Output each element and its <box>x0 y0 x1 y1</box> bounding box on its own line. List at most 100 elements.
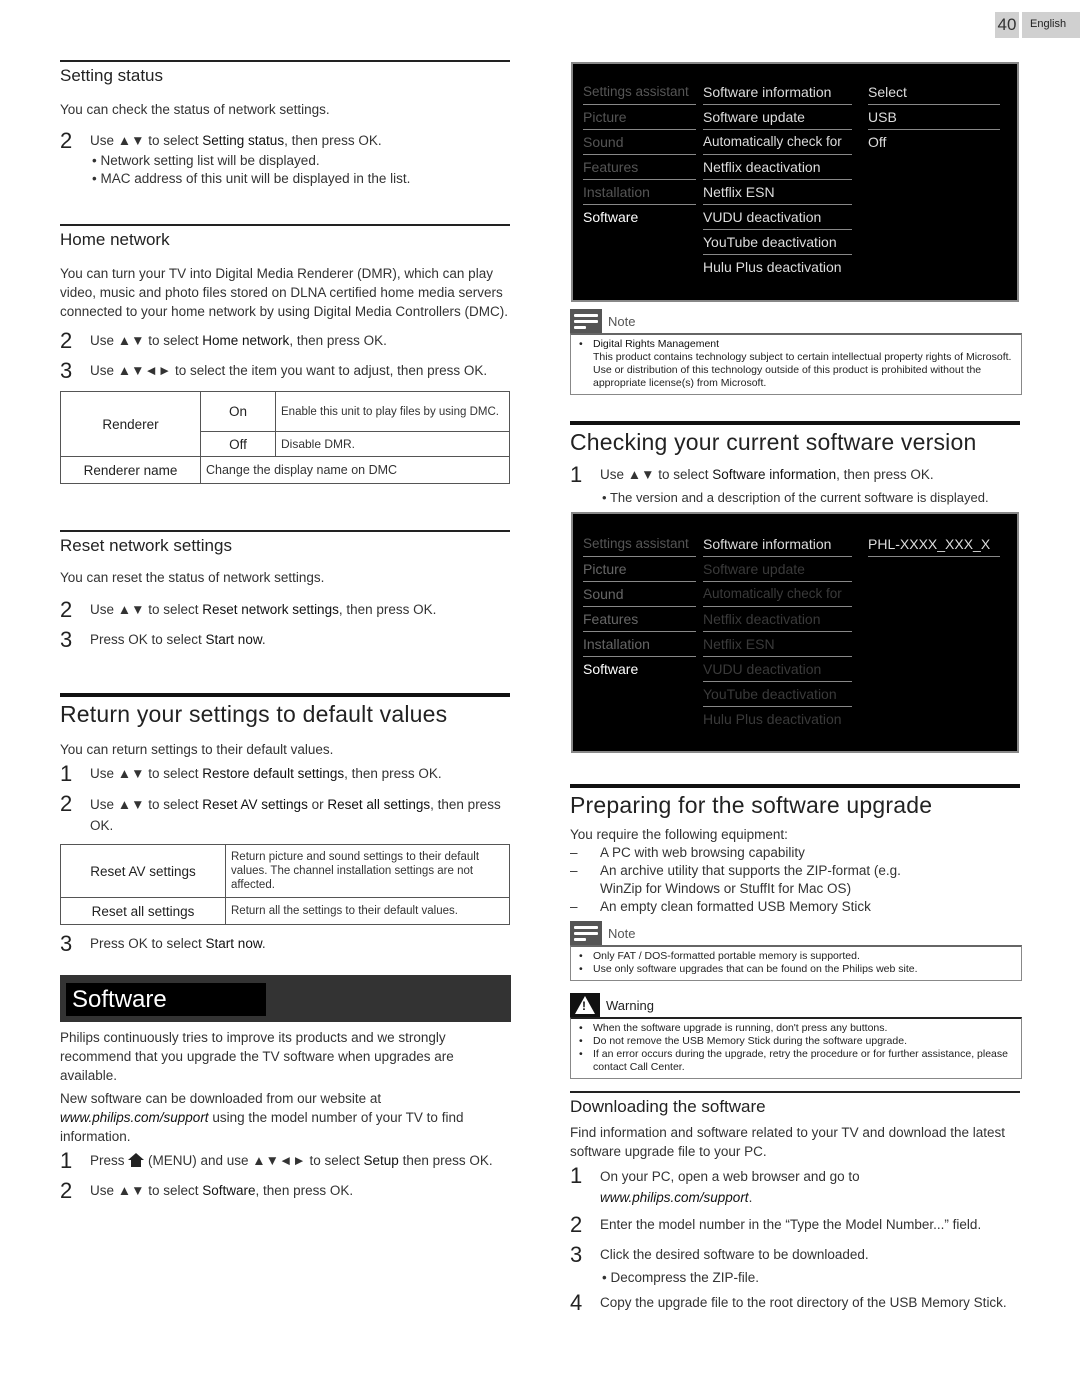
menu-item[interactable]: Netflix deactivation <box>703 155 852 180</box>
menu-category[interactable]: Settings assistant <box>583 80 696 105</box>
menu-item-selected[interactable]: Software information <box>703 532 852 557</box>
menu-option[interactable]: Select <box>868 80 1000 105</box>
step-keyword: Setup <box>363 1153 399 1168</box>
step-text: Use ▲▼ to select <box>90 766 203 781</box>
heading-setting-status: Setting status <box>60 60 510 86</box>
software-para2: New software can be downloaded from our … <box>60 1089 510 1146</box>
menu-category[interactable]: Installation <box>583 632 696 657</box>
step: 3 Use ▲▼◄► to select the item you want t… <box>60 360 510 382</box>
warning-body: • When the software upgrade is running, d… <box>570 1017 1022 1079</box>
step: 1 Use ▲▼ to select Software information,… <box>570 464 1020 486</box>
step-text: Use ▲▼◄► to select the item you want to … <box>90 363 488 378</box>
menu-category[interactable]: Picture <box>583 105 696 130</box>
section-reset-network: Reset network settings You can reset the… <box>60 530 510 651</box>
menu-item[interactable]: Automatically check for <box>703 582 852 607</box>
menu-category[interactable]: Features <box>583 607 696 632</box>
menu-item[interactable]: Software information <box>703 80 852 105</box>
equipment-item: – A PC with web browsing capability <box>570 845 805 860</box>
equipment-item: – An archive utility that supports the ZI… <box>570 862 1020 898</box>
para-text: New software can be downloaded from our … <box>60 1091 382 1106</box>
step-text: , then press OK. <box>836 467 934 482</box>
menu-item[interactable]: YouTube deactivation <box>703 230 852 255</box>
heading-home-network: Home network <box>60 224 510 250</box>
home-icon <box>128 1153 145 1167</box>
step-text: Use ▲▼ to select <box>90 133 203 148</box>
cell-off-desc: Disable DMR. <box>275 431 510 457</box>
note-icon <box>570 309 602 333</box>
menu-option[interactable]: USB <box>868 105 1000 130</box>
menu-category[interactable]: Sound <box>583 582 696 607</box>
bullet: The version and a description of the cur… <box>570 489 1020 507</box>
menu-items: Software information Software update Aut… <box>703 80 852 280</box>
menu-category-selected[interactable]: Software <box>583 205 696 230</box>
step-text: On your PC, open a web browser and go to <box>600 1169 860 1184</box>
menu-option[interactable]: Off <box>868 130 1000 155</box>
menu-item[interactable]: Software update <box>703 557 852 582</box>
setting-status-intro: You can check the status of network sett… <box>60 102 330 117</box>
menu-item[interactable]: Hulu Plus deactivation <box>703 707 852 732</box>
step-keyword: Reset network settings <box>202 602 339 617</box>
menu-category[interactable]: Sound <box>583 130 696 155</box>
step-text: , then press OK. <box>338 602 437 617</box>
menu-category[interactable]: Settings assistant <box>583 532 696 557</box>
step-text: Enter the model number in the “Type the … <box>600 1217 982 1232</box>
step-text: . <box>748 1190 753 1205</box>
menu-item[interactable]: Netflix ESN <box>703 180 852 205</box>
step-number: 1 <box>60 761 73 786</box>
return-defaults-intro: You can return settings to their default… <box>60 742 334 757</box>
step: 2 Use ▲▼ to select Software, then press … <box>60 1180 510 1202</box>
step-text: , then press OK. <box>344 766 442 781</box>
software-version-value: PHL-XXXX_XXX_X <box>868 532 1000 557</box>
page-number: 40 <box>995 12 1019 38</box>
note-body: • Digital Rights Management This product c… <box>570 333 1022 395</box>
support-link[interactable]: www.philips.com/support <box>60 1110 209 1125</box>
step-text: , then press OK. <box>289 333 387 348</box>
menu-item-selected[interactable]: Software update <box>703 105 852 130</box>
section-software: Philips continuously tries to improve it… <box>60 1028 510 1202</box>
menu-item[interactable]: VUDU deactivation <box>703 657 852 682</box>
section-check-version: Checking your current software version 1… <box>570 421 1020 507</box>
menu-item[interactable]: YouTube deactivation <box>703 682 852 707</box>
menu-category[interactable]: Installation <box>583 180 696 205</box>
step-number: 2 <box>60 597 73 622</box>
menu-item[interactable]: Netflix deactivation <box>703 607 852 632</box>
menu-item[interactable]: VUDU deactivation <box>703 205 852 230</box>
step-text: Use ▲▼ to select <box>600 467 713 482</box>
note-label: Note <box>608 313 636 329</box>
menu-options: PHL-XXXX_XXX_X <box>868 532 1000 557</box>
note-usb: Note • Only FAT / DOS-formatted portable … <box>570 921 1022 981</box>
menu-item[interactable]: Netflix ESN <box>703 632 852 657</box>
warning-text: If an error occurs during the upgrade, r… <box>593 1048 1008 1073</box>
step-number: 2 <box>60 128 73 153</box>
warning-label: Warning <box>606 997 654 1013</box>
menu-category[interactable]: Picture <box>583 557 696 582</box>
menu-category[interactable]: Features <box>583 155 696 180</box>
step-text: Use ▲▼ to select <box>90 602 203 617</box>
step: 2 Enter the model number in the “Type th… <box>570 1214 1020 1236</box>
support-link[interactable]: www.philips.com/support <box>600 1190 749 1205</box>
cell-renderer-name: Renderer name <box>60 456 201 484</box>
equipment-item: – An empty clean formatted USB Memory Sti… <box>570 899 871 914</box>
menu-categories: Settings assistant Picture Sound Feature… <box>583 80 696 230</box>
step: 3 Press OK to select Start now. <box>60 629 510 651</box>
step: 2 Use ▲▼ to select Setting status, then … <box>60 130 510 152</box>
bullet: MAC address of this unit will be display… <box>60 170 510 188</box>
step-text: , then press OK. <box>255 1183 354 1198</box>
step-text: Press OK to select <box>90 632 206 647</box>
menu-item[interactable]: Automatically check for <box>703 130 852 155</box>
step-text: . <box>261 936 266 951</box>
tv-menu-software-update: Settings assistant Picture Sound Feature… <box>571 62 1019 302</box>
step-number: 3 <box>60 627 73 652</box>
download-intro: Find information and software related to… <box>570 1125 1006 1159</box>
step-number: 1 <box>60 1148 73 1173</box>
step: 2 Use ▲▼ to select Reset AV settings or … <box>60 793 510 836</box>
note-header: Note <box>570 921 1022 945</box>
cell-reset-av: Reset AV settings <box>60 844 226 898</box>
step-text: (MENU) and use ▲▼◄► to select <box>144 1153 364 1168</box>
step-text: , then press OK. <box>284 133 382 148</box>
menu-item[interactable]: Hulu Plus deactivation <box>703 255 852 280</box>
menu-category-selected[interactable]: Software <box>583 657 696 682</box>
note-text: Use only software upgrades that can be f… <box>593 963 918 975</box>
note-drm: Note • Digital Rights Management This prod… <box>570 309 1022 395</box>
step-keyword: Software information <box>712 467 837 482</box>
